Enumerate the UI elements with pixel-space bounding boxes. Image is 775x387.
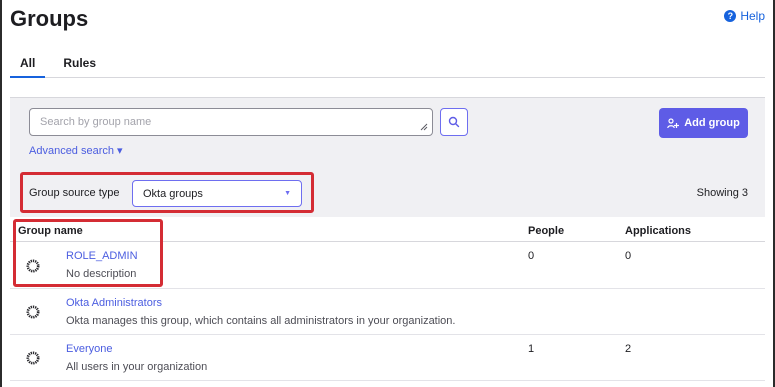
tab-bar: All Rules [10,48,765,78]
chevron-down-icon: ▼ [284,190,291,197]
search-input[interactable] [30,109,432,135]
group-description: All users in your organization [66,361,208,373]
help-circle-icon: ? [724,10,737,22]
resize-grip-icon[interactable] [420,123,428,131]
table-row: Okta Administrators Okta manages this gr… [10,289,765,335]
group-source-type-value: Okta groups [143,188,203,200]
tab-rules[interactable]: Rules [53,48,106,78]
applications-count: 2 [625,343,632,355]
page-title: Groups [10,6,89,31]
tab-all[interactable]: All [10,48,46,78]
applications-count: 0 [625,250,632,262]
column-header-people: People [528,225,565,237]
add-user-icon [667,117,680,128]
people-count: 1 [528,343,535,355]
group-name-link[interactable]: Everyone [66,343,112,355]
group-gear-icon [26,351,40,365]
table-header: Group name People Applications [10,218,765,242]
search-icon [448,116,460,128]
column-header-applications: Applications [625,225,692,237]
table-row: Everyone All users in your organization … [10,335,765,381]
group-source-type-label: Group source type [29,187,120,199]
advanced-search-link[interactable]: Advanced search ▾ [29,144,123,157]
results-count: Showing 3 [696,187,748,199]
filter-row: Group source type Okta groups ▼ Showing … [10,168,765,215]
help-label: Help [740,9,765,23]
groups-table: Group name People Applications ROLE_ADMI… [10,218,765,381]
group-name-link[interactable]: ROLE_ADMIN [66,250,138,262]
column-header-group-name: Group name [18,225,83,237]
table-row: ROLE_ADMIN No description 0 0 [10,242,765,289]
people-count: 0 [528,250,535,262]
search-box [29,108,433,136]
add-group-button[interactable]: Add group [659,108,748,138]
add-group-label: Add group [684,117,740,129]
help-link[interactable]: ? Help [724,9,765,23]
group-description: No description [66,268,137,280]
group-description: Okta manages this group, which contains … [66,315,456,327]
group-name-link[interactable]: Okta Administrators [66,297,162,309]
group-gear-icon [26,259,40,273]
search-button[interactable] [440,108,468,136]
group-source-type-select[interactable]: Okta groups ▼ [132,180,302,207]
group-gear-icon [26,305,40,319]
